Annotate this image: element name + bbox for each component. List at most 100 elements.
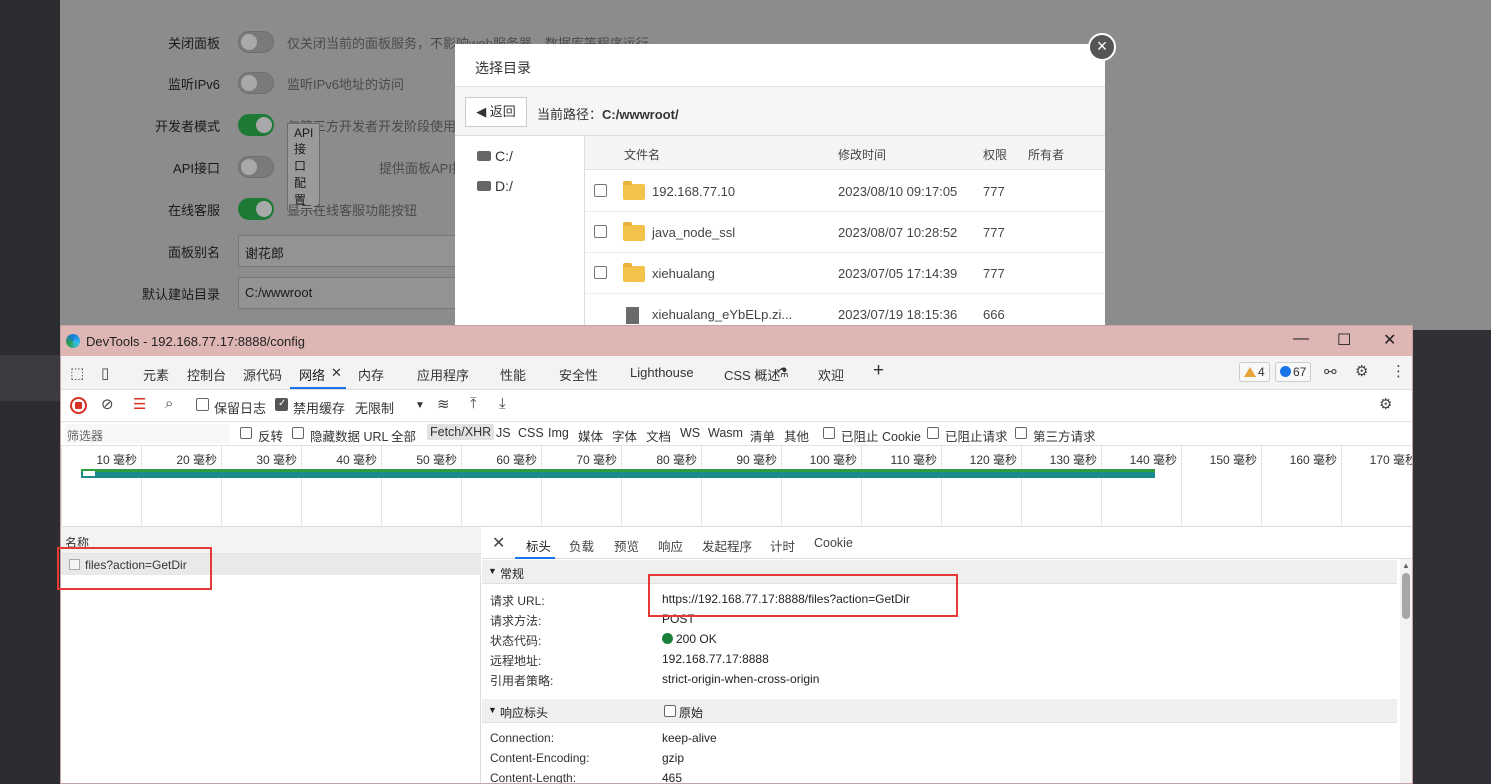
details-scrollbar[interactable]: ▲ xyxy=(1400,559,1412,783)
row-checkbox[interactable] xyxy=(594,184,607,197)
network-timeline[interactable]: 170 毫秒 160 毫秒 150 毫秒 140 毫秒 130 毫秒 120 毫秒 110 … xyxy=(61,446,1412,527)
filter-type-doc[interactable]: 文档 xyxy=(646,426,671,445)
drive-d[interactable]: D:/ xyxy=(477,178,513,194)
minimize-icon[interactable]: — xyxy=(1293,330,1309,348)
setting-desc: 监听IPv6地址的访问 xyxy=(287,76,405,92)
api-toggle[interactable] xyxy=(238,156,274,178)
developer-mode-toggle[interactable] xyxy=(238,114,274,136)
timeline-tick: 140 毫秒 xyxy=(1101,446,1181,527)
caret-down-icon: ▼ xyxy=(488,566,497,576)
tab-headers[interactable]: 标头 xyxy=(526,536,551,555)
table-row[interactable]: 192.168.77.10 2023/08/10 09:17:05 777 xyxy=(585,171,1105,212)
table-row[interactable]: java_node_ssl 2023/08/07 10:28:52 777 xyxy=(585,212,1105,253)
tab-cookies[interactable]: Cookie xyxy=(814,536,853,550)
disable-cache-checkbox[interactable] xyxy=(275,398,288,411)
tab-network-close-icon[interactable]: ✕ xyxy=(331,365,342,381)
dialog-close-icon[interactable]: × xyxy=(1088,33,1116,61)
clear-icon[interactable]: ⊘ xyxy=(101,395,114,413)
tab-security[interactable]: 安全性 xyxy=(559,365,598,384)
maximize-icon[interactable]: ☐ xyxy=(1337,330,1351,350)
hide-data-url-checkbox[interactable] xyxy=(292,427,304,439)
row-checkbox[interactable] xyxy=(594,225,607,238)
api-config-button[interactable]: API接口配置 xyxy=(287,123,321,211)
close-details-icon[interactable]: ✕ xyxy=(492,533,505,553)
tab-timing[interactable]: 计时 xyxy=(770,536,795,555)
blocked-requests-checkbox[interactable] xyxy=(927,427,939,439)
tab-payload[interactable]: 负载 xyxy=(569,536,594,555)
chevron-down-icon[interactable]: ▼ xyxy=(415,400,425,411)
export-har-icon[interactable]: ⤓ xyxy=(499,395,506,412)
tab-elements[interactable]: 元素 xyxy=(143,365,169,384)
drive-list: C:/ D:/ xyxy=(455,136,585,330)
filter-type-img[interactable]: Img xyxy=(548,426,569,440)
tab-css-overview[interactable]: CSS 概述 xyxy=(724,365,780,384)
drive-c[interactable]: C:/ xyxy=(477,148,513,164)
network-conditions-icon[interactable]: ≋ xyxy=(437,395,450,413)
online-service-toggle[interactable] xyxy=(238,198,274,220)
filter-type-js[interactable]: JS xyxy=(496,426,511,440)
throttle-select[interactable]: 无限制 xyxy=(355,398,394,417)
invert-checkbox[interactable] xyxy=(240,427,252,439)
messages-badge[interactable]: 67 xyxy=(1275,362,1312,382)
scroll-thumb[interactable] xyxy=(1402,573,1410,619)
col-mtime: 修改时间 xyxy=(838,148,887,162)
raw-checkbox[interactable] xyxy=(664,705,676,717)
close-window-icon[interactable]: ✕ xyxy=(1383,330,1396,350)
preserve-log-checkbox[interactable] xyxy=(196,398,209,411)
filter-type-all[interactable]: 全部 xyxy=(391,426,416,445)
tab-initiator[interactable]: 发起程序 xyxy=(702,536,752,555)
filter-type-font[interactable]: 字体 xyxy=(612,426,637,445)
warnings-count: 4 xyxy=(1258,365,1265,379)
tab-console[interactable]: 控制台 xyxy=(187,365,226,384)
tab-lighthouse[interactable]: Lighthouse xyxy=(630,365,694,380)
filter-type-manifest[interactable]: 清单 xyxy=(750,426,775,445)
network-settings-icon[interactable]: ⚙ xyxy=(1379,395,1392,413)
tab-response[interactable]: 响应 xyxy=(658,536,683,555)
filter-type-fetch-xhr[interactable]: Fetch/XHR xyxy=(427,424,495,440)
general-key: 状态代码: xyxy=(490,634,542,648)
filter-toggle-icon[interactable]: ☰ xyxy=(133,395,146,413)
third-party-label: 第三方请求 xyxy=(1033,430,1096,444)
settings-gear-icon[interactable]: ⚙ xyxy=(1355,362,1368,380)
warnings-badge[interactable]: 4 xyxy=(1239,362,1270,382)
tab-welcome[interactable]: 欢迎 xyxy=(818,365,844,384)
ipv6-toggle[interactable] xyxy=(238,72,274,94)
blocked-cookies-checkbox[interactable] xyxy=(823,427,835,439)
customize-icon[interactable]: ⚯ xyxy=(1324,363,1337,381)
row-mtime: 2023/08/07 10:28:52 xyxy=(838,225,958,240)
tab-network[interactable]: 网络 xyxy=(299,365,325,384)
third-party-checkbox[interactable] xyxy=(1015,427,1027,439)
table-row[interactable]: xiehualang 2023/07/05 17:14:39 777 xyxy=(585,253,1105,294)
scroll-up-icon[interactable]: ▲ xyxy=(1402,561,1410,570)
row-checkbox[interactable] xyxy=(594,266,607,279)
inspect-icon[interactable]: ⬚ xyxy=(70,364,84,382)
filter-type-other[interactable]: 其他 xyxy=(784,426,809,445)
timeline-tick: 20 毫秒 xyxy=(141,446,221,527)
tab-preview[interactable]: 预览 xyxy=(614,536,639,555)
filter-input[interactable]: 筛选器 xyxy=(65,424,230,443)
general-key: 远程地址: xyxy=(490,654,542,668)
import-har-icon[interactable]: ⤒ xyxy=(470,395,477,412)
filter-type-css[interactable]: CSS xyxy=(518,426,544,440)
col-name: 文件名 xyxy=(624,148,661,162)
add-tab-icon[interactable]: + xyxy=(873,360,884,382)
timeline-tick: 130 毫秒 xyxy=(1021,446,1101,527)
response-headers-section-header[interactable]: ▼ 响应标头 原始 xyxy=(482,699,1397,723)
tab-sources[interactable]: 源代码 xyxy=(243,365,282,384)
back-button[interactable]: ◀ 返回 xyxy=(465,97,527,127)
tab-application[interactable]: 应用程序 xyxy=(417,365,469,384)
stop-recording-icon[interactable] xyxy=(70,397,87,414)
tab-memory[interactable]: 内存 xyxy=(358,365,384,384)
filter-type-wasm[interactable]: Wasm xyxy=(708,426,743,440)
more-menu-icon[interactable]: ⋮ xyxy=(1391,362,1406,380)
file-table-header: 文件名 修改时间 权限 所有者 xyxy=(585,136,1105,170)
response-headers-title: 响应标头 xyxy=(500,706,549,720)
filter-type-media[interactable]: 媒体 xyxy=(578,426,603,445)
filter-type-ws[interactable]: WS xyxy=(680,426,700,440)
search-icon[interactable]: ⌕ xyxy=(165,395,173,412)
tab-performance[interactable]: 性能 xyxy=(500,365,526,384)
row-perm: 777 xyxy=(983,225,1005,240)
row-perm: 777 xyxy=(983,266,1005,281)
close-panel-toggle[interactable] xyxy=(238,31,274,53)
device-toolbar-icon[interactable]: ▯ xyxy=(101,364,109,382)
